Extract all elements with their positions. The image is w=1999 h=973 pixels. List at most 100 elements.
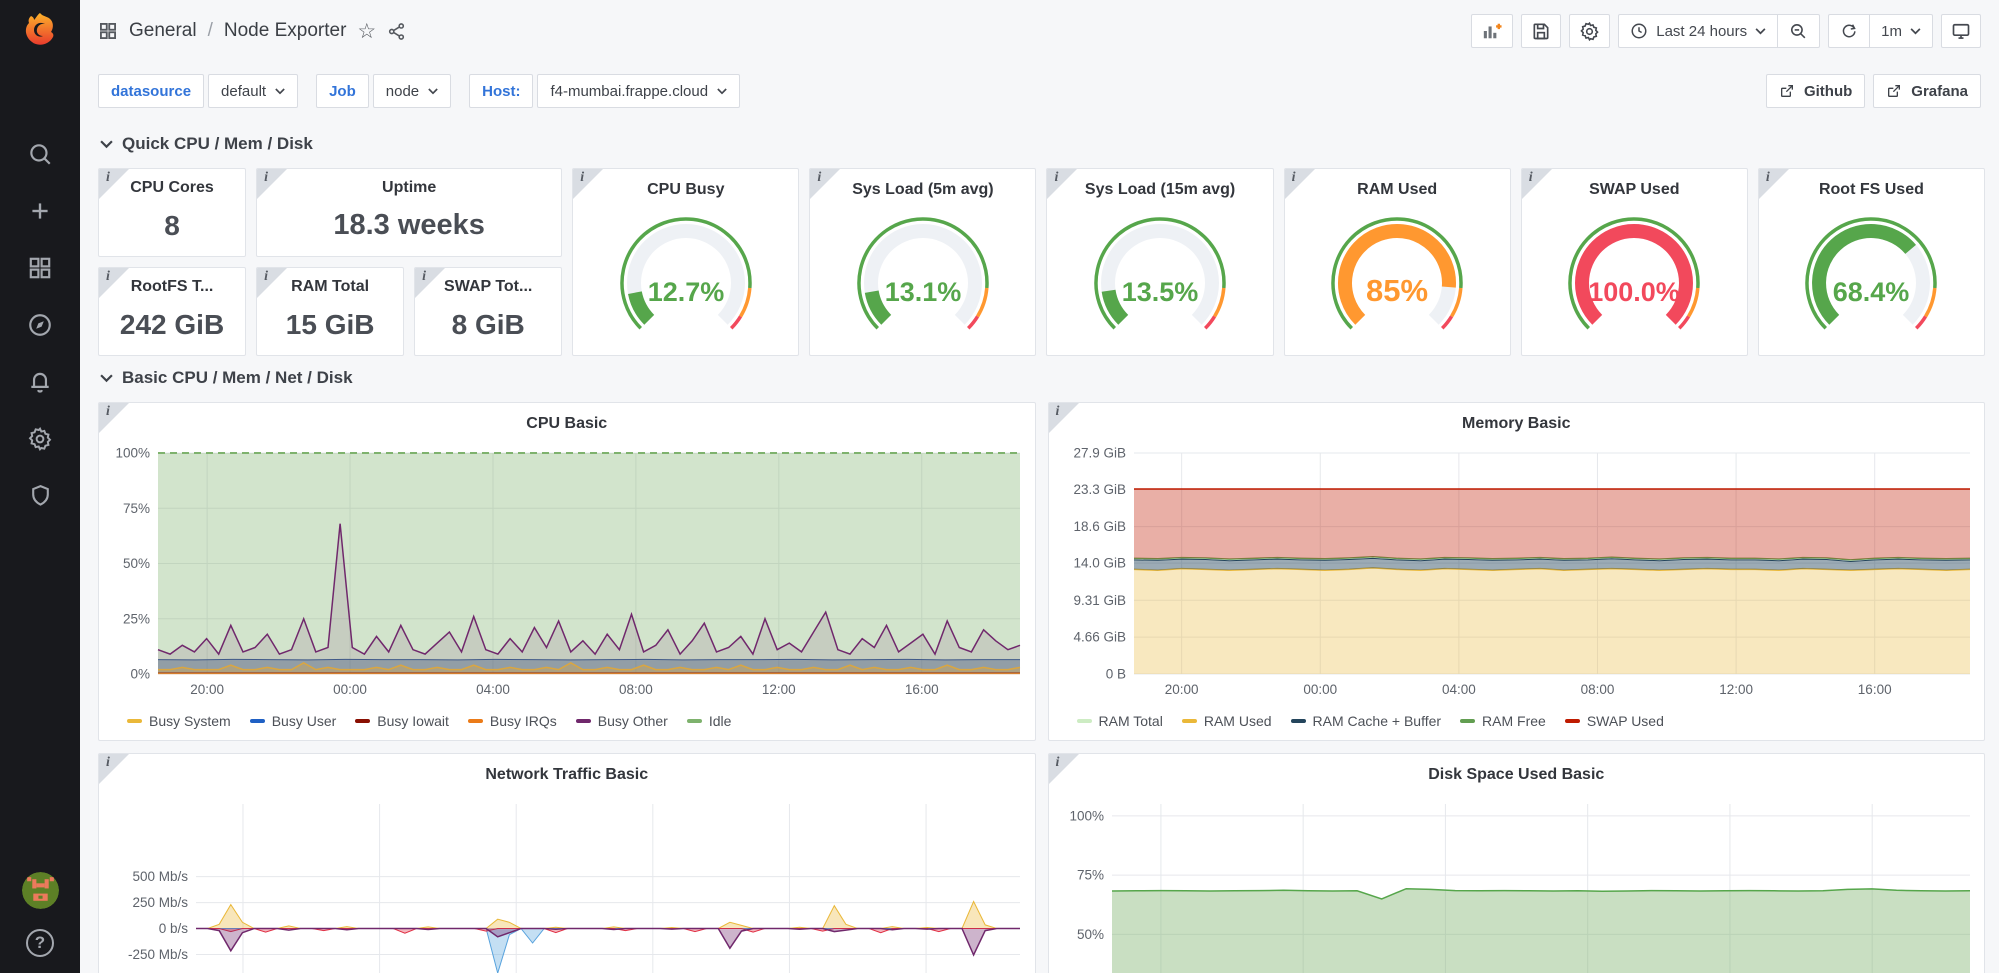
panel-title[interactable]: Uptime: [257, 169, 561, 203]
gauge-svg: 68.4%: [1776, 207, 1966, 349]
sidebar-item-search[interactable]: [0, 125, 80, 182]
sidebar-item-dashboards[interactable]: [0, 239, 80, 296]
avatar[interactable]: [22, 872, 59, 909]
panel-info-corner[interactable]: i: [257, 268, 287, 298]
gauge: 100.0%: [1522, 207, 1747, 351]
memory-basic-plot[interactable]: 0 B4.66 GiB9.31 GiB14.0 GiB18.6 GiB23.3 …: [1050, 441, 1984, 704]
refresh-group: 1m: [1828, 14, 1933, 48]
share-icon[interactable]: [387, 22, 406, 41]
legend-item[interactable]: RAM Used: [1182, 713, 1272, 729]
github-link[interactable]: Github: [1766, 74, 1865, 108]
variable-host-value[interactable]: f4-mumbai.frappe.cloud: [537, 74, 740, 108]
sidebar-item-explore[interactable]: [0, 296, 80, 353]
legend-item[interactable]: Busy Iowait: [355, 713, 449, 729]
cpu-basic-plot[interactable]: 0%25%50%75%100%20:0000:0004:0008:0012:00…: [100, 441, 1034, 704]
panel-title[interactable]: SWAP Used: [1522, 169, 1747, 203]
configuration-icon: [27, 426, 53, 452]
legend-item[interactable]: RAM Total: [1077, 713, 1163, 729]
cpu-basic-svg: 0%25%50%75%100%20:0000:0004:0008:0012:00…: [100, 441, 1034, 704]
variable-datasource-value[interactable]: default: [208, 74, 298, 108]
panel-info-corner[interactable]: i: [99, 754, 129, 784]
add-panel-button[interactable]: [1471, 14, 1513, 48]
panel-info-corner[interactable]: i: [99, 403, 129, 433]
panel-info-corner[interactable]: i: [415, 268, 445, 298]
panel-info-corner[interactable]: i: [1285, 169, 1315, 199]
sidebar-item-create[interactable]: [0, 182, 80, 239]
panel-info-corner[interactable]: i: [99, 268, 129, 298]
row-header-basic[interactable]: Basic CPU / Mem / Net / Disk: [100, 368, 1983, 388]
help-icon[interactable]: ?: [26, 929, 54, 957]
star-icon[interactable]: ☆: [357, 21, 376, 42]
sidebar-item-configuration[interactable]: [0, 410, 80, 467]
legend-item[interactable]: Idle: [687, 713, 732, 729]
legend-item[interactable]: SWAP Used: [1565, 713, 1664, 729]
panel-info-corner[interactable]: i: [810, 169, 840, 199]
svg-text:0 B: 0 B: [1105, 667, 1125, 682]
svg-text:20:00: 20:00: [190, 682, 224, 697]
save-dashboard-button[interactable]: [1521, 14, 1561, 48]
svg-text:27.9 GiB: 27.9 GiB: [1073, 446, 1126, 461]
panel-title[interactable]: Network Traffic Basic: [99, 754, 1035, 788]
panel-info-corner[interactable]: i: [1049, 754, 1079, 784]
panel-info-corner[interactable]: i: [257, 169, 287, 199]
legend-label: RAM Total: [1099, 713, 1163, 729]
refresh-button[interactable]: [1829, 15, 1869, 47]
panel-info-corner[interactable]: i: [99, 169, 129, 199]
panel-info-corner[interactable]: i: [1759, 169, 1789, 199]
gauge: 13.5%: [1047, 207, 1272, 351]
panel-swap-used: iSWAP Used 100.0%: [1521, 168, 1748, 356]
refresh-interval-picker[interactable]: 1m: [1869, 15, 1932, 47]
charts-grid: iCPU Basic0%25%50%75%100%20:0000:0004:00…: [98, 402, 1985, 973]
legend-item[interactable]: RAM Cache + Buffer: [1291, 713, 1442, 729]
grafana-dashboard: ? General / Node Exporter ☆: [0, 0, 1999, 973]
grafana-link[interactable]: Grafana: [1873, 74, 1981, 108]
panel-title[interactable]: Sys Load (15m avg): [1047, 169, 1272, 203]
gauge-value: 85%: [1366, 273, 1428, 308]
zoom-out-button[interactable]: [1777, 15, 1819, 47]
svg-text:12:00: 12:00: [762, 682, 796, 697]
panel-title[interactable]: CPU Basic: [99, 403, 1035, 437]
info-icon: i: [1529, 170, 1533, 186]
time-range-picker[interactable]: Last 24 hours: [1619, 15, 1777, 47]
page-title[interactable]: Node Exporter: [224, 20, 347, 42]
legend-item[interactable]: Busy System: [127, 713, 231, 729]
panel-info-corner[interactable]: i: [1522, 169, 1552, 199]
legend-item[interactable]: RAM Free: [1460, 713, 1546, 729]
legend-item[interactable]: Busy Other: [576, 713, 668, 729]
network-basic-plot[interactable]: 500 Mb/s250 Mb/s0 b/s-250 Mb/s-500 Mb/s: [100, 792, 1034, 973]
panel-title[interactable]: Sys Load (5m avg): [810, 169, 1035, 203]
breadcrumb-folder[interactable]: General: [129, 20, 197, 42]
row-title: Quick CPU / Mem / Disk: [122, 134, 313, 154]
legend-label: Busy IRQs: [490, 713, 557, 729]
panel-title[interactable]: Memory Basic: [1049, 403, 1985, 437]
gauge: 85%: [1285, 207, 1510, 351]
panel-disk-basic: iDisk Space Used Basic 100%75%50%25%0%: [1048, 753, 1986, 973]
panel-title[interactable]: Disk Space Used Basic: [1049, 754, 1985, 788]
legend-item[interactable]: Busy User: [250, 713, 337, 729]
panel-title[interactable]: RAM Used: [1285, 169, 1510, 203]
sidebar-item-server-admin[interactable]: [0, 467, 80, 524]
busy-other-swatch: [576, 719, 591, 723]
breadcrumb-separator: /: [208, 20, 213, 42]
cpu-basic-legend: Busy System Busy User Busy Iowait Busy IRQs…: [127, 707, 1025, 735]
grafana-logo-icon[interactable]: [19, 9, 61, 51]
sidebar-item-alerting[interactable]: [0, 353, 80, 410]
panel-title[interactable]: CPU Busy: [573, 169, 798, 203]
row-header-quick[interactable]: Quick CPU / Mem / Disk: [100, 134, 1983, 154]
panel-info-corner[interactable]: i: [573, 169, 603, 199]
legend-label: RAM Used: [1204, 713, 1272, 729]
disk-basic-plot[interactable]: 100%75%50%25%0%: [1050, 792, 1984, 973]
dashboard-toolbar: Last 24 hours: [1471, 14, 1981, 48]
explore-icon: [27, 312, 53, 338]
busy-iowait-swatch: [355, 719, 370, 723]
tv-mode-button[interactable]: [1941, 14, 1981, 48]
panel-title[interactable]: Root FS Used: [1759, 169, 1984, 203]
variable-job-value[interactable]: node: [373, 74, 451, 108]
legend-item[interactable]: Busy IRQs: [468, 713, 557, 729]
svg-text:23.3 GiB: 23.3 GiB: [1073, 482, 1126, 497]
panel-info-corner[interactable]: i: [1047, 169, 1077, 199]
chevron-down-icon: [1910, 28, 1921, 35]
panel-info-corner[interactable]: i: [1049, 403, 1079, 433]
dashboard-settings-button[interactable]: [1569, 14, 1610, 48]
svg-text:18.6 GiB: 18.6 GiB: [1073, 519, 1126, 534]
